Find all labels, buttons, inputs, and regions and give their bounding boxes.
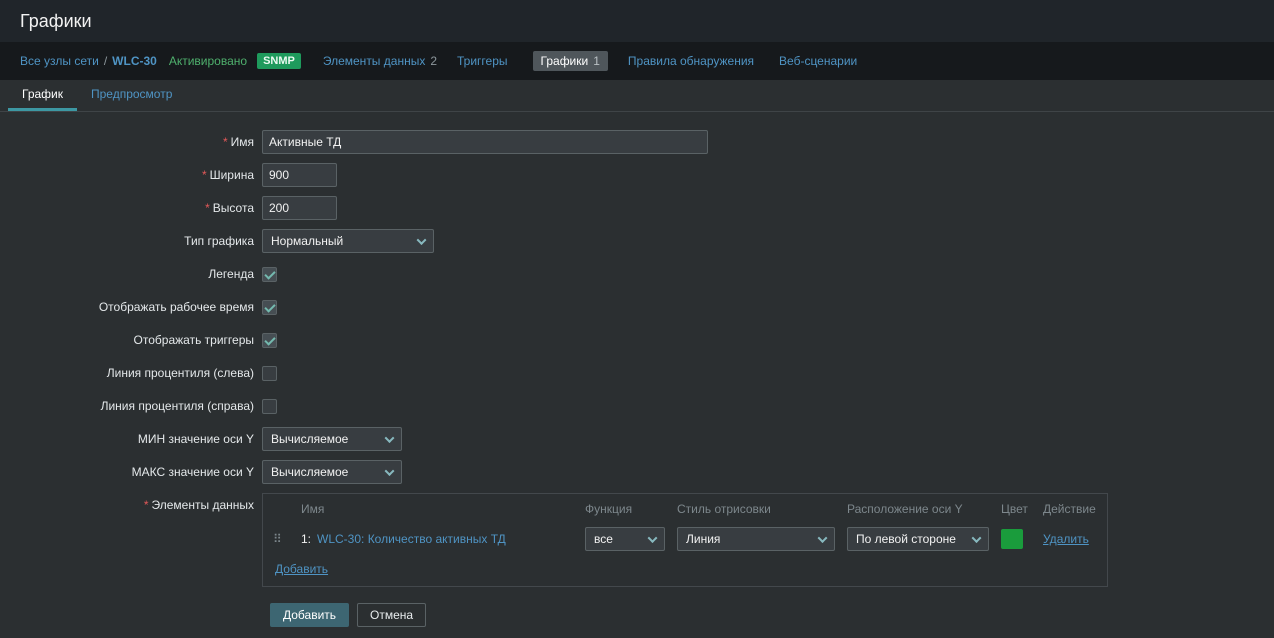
required-asterisk: * [223,135,228,149]
tab-graph[interactable]: График [8,80,77,111]
name-input[interactable] [262,130,708,154]
item-yside-value: По левой стороне [856,532,956,546]
graph-form: *Имя *Ширина *Высота Тип графика Нормаль… [0,112,1274,627]
items-add-link[interactable]: Добавить [275,562,328,576]
graph-type-label: Тип графика [0,234,254,248]
items-label: *Элементы данных [0,493,254,512]
item-color-swatch[interactable] [1001,529,1023,549]
percentile-left-checkbox[interactable] [262,366,277,381]
chevron-down-icon [385,433,395,443]
working-time-label: Отображать рабочее время [0,300,254,314]
nav-count-items: 2 [430,54,437,68]
breadcrumb-host-link[interactable]: WLC-30 [112,54,157,68]
form-row-width: *Ширина [0,163,1274,187]
form-row-legend: Легенда [0,262,1274,286]
host-nav: Элементы данных 2 Триггеры Графики 1 Пра… [323,51,862,71]
form-row-ymax: МАКС значение оси Y Вычисляемое [0,460,1274,484]
height-input[interactable] [262,196,337,220]
graph-items-editor: Имя Функция Стиль отрисовки Расположение… [262,493,1108,587]
chevron-down-icon [648,533,658,543]
percentile-left-label: Линия процентиля (слева) [0,366,254,380]
cancel-button[interactable]: Отмена [357,603,426,627]
header-name: Имя [301,502,573,516]
snmp-availability-badge: SNMP [257,53,301,69]
items-table-header: Имя Функция Стиль отрисовки Расположение… [273,502,1097,516]
page-header: Графики [0,0,1274,42]
percentile-right-label: Линия процентиля (справа) [0,399,254,413]
breadcrumb-all-hosts-link[interactable]: Все узлы сети [20,54,99,68]
legend-label: Легенда [0,267,254,281]
chevron-down-icon [818,533,828,543]
graph-config-page: Графики Все узлы сети / WLC-30 Активиров… [0,0,1274,627]
nav-item-discovery-rules[interactable]: Правила обнаружения [628,54,759,68]
items-add-row: Добавить [273,562,1097,576]
show-triggers-label: Отображать триггеры [0,333,254,347]
form-row-percentile-left: Линия процентиля (слева) [0,361,1274,385]
chevron-down-icon [417,235,427,245]
show-triggers-checkbox[interactable] [262,333,277,348]
ymin-selected-value: Вычисляемое [271,432,348,446]
form-row-working-time: Отображать рабочее время [0,295,1274,319]
form-row-show-triggers: Отображать триггеры [0,328,1274,352]
ymin-select[interactable]: Вычисляемое [262,427,402,451]
item-name-cell: 1: WLC-30: Количество активных ТД [301,532,573,546]
item-function-select[interactable]: все [585,527,665,551]
ymax-selected-value: Вычисляемое [271,465,348,479]
page-title: Графики [20,11,92,32]
ymax-label: МАКС значение оси Y [0,465,254,479]
header-function: Функция [585,502,665,516]
legend-checkbox[interactable] [262,267,277,282]
nav-item-triggers[interactable]: Триггеры [457,54,513,68]
header-draw-style: Стиль отрисовки [677,502,835,516]
width-input[interactable] [262,163,337,187]
tab-preview[interactable]: Предпросмотр [77,80,186,111]
height-label: *Высота [0,201,254,215]
required-asterisk: * [202,168,207,182]
form-row-items: *Элементы данных Имя Функция Стиль отрис… [0,493,1274,587]
item-row-index: 1: [301,532,311,546]
form-row-graph-type: Тип графика Нормальный [0,229,1274,253]
header-y-axis-side: Расположение оси Y [847,502,989,516]
width-label: *Ширина [0,168,254,182]
breadcrumb-bar: Все узлы сети / WLC-30 Активировано SNMP… [0,42,1274,80]
item-name-link[interactable]: WLC-30: Количество активных ТД [317,532,506,546]
working-time-checkbox[interactable] [262,300,277,315]
item-drawstyle-select[interactable]: Линия [677,527,835,551]
percentile-right-checkbox[interactable] [262,399,277,414]
required-asterisk: * [205,201,210,215]
form-buttons-row: Добавить Отмена [0,603,1274,627]
form-row-percentile-right: Линия процентиля (справа) [0,394,1274,418]
header-color: Цвет [1001,502,1031,516]
breadcrumb-separator: / [104,54,107,68]
form-row-ymin: МИН значение оси Y Вычисляемое [0,427,1274,451]
nav-count-graphs: 1 [593,54,600,68]
graph-type-selected-value: Нормальный [271,234,343,248]
name-label: *Имя [0,135,254,149]
nav-item-items[interactable]: Элементы данных 2 [323,54,437,68]
item-drawstyle-value: Линия [686,532,720,546]
chevron-down-icon [972,533,982,543]
required-asterisk: * [144,498,149,512]
host-status-enabled: Активировано [169,54,247,68]
ymax-select[interactable]: Вычисляемое [262,460,402,484]
form-row-height: *Высота [0,196,1274,220]
chevron-down-icon [385,466,395,476]
form-row-name: *Имя [0,130,1274,154]
graph-type-select[interactable]: Нормальный [262,229,434,253]
graph-item-row: ⠿ 1: WLC-30: Количество активных ТД все … [273,526,1097,552]
nav-item-graphs[interactable]: Графики 1 [533,51,608,71]
header-action: Действие [1043,502,1103,516]
ymin-label: МИН значение оси Y [0,432,254,446]
item-remove-link[interactable]: Удалить [1043,532,1103,546]
tab-bar: График Предпросмотр [0,80,1274,112]
submit-add-button[interactable]: Добавить [270,603,349,627]
breadcrumb: Все узлы сети / WLC-30 [20,54,157,68]
nav-item-web-scenarios[interactable]: Веб-сценарии [779,54,862,68]
drag-handle-icon[interactable]: ⠿ [273,532,289,546]
item-function-value: все [594,532,613,546]
item-yside-select[interactable]: По левой стороне [847,527,989,551]
